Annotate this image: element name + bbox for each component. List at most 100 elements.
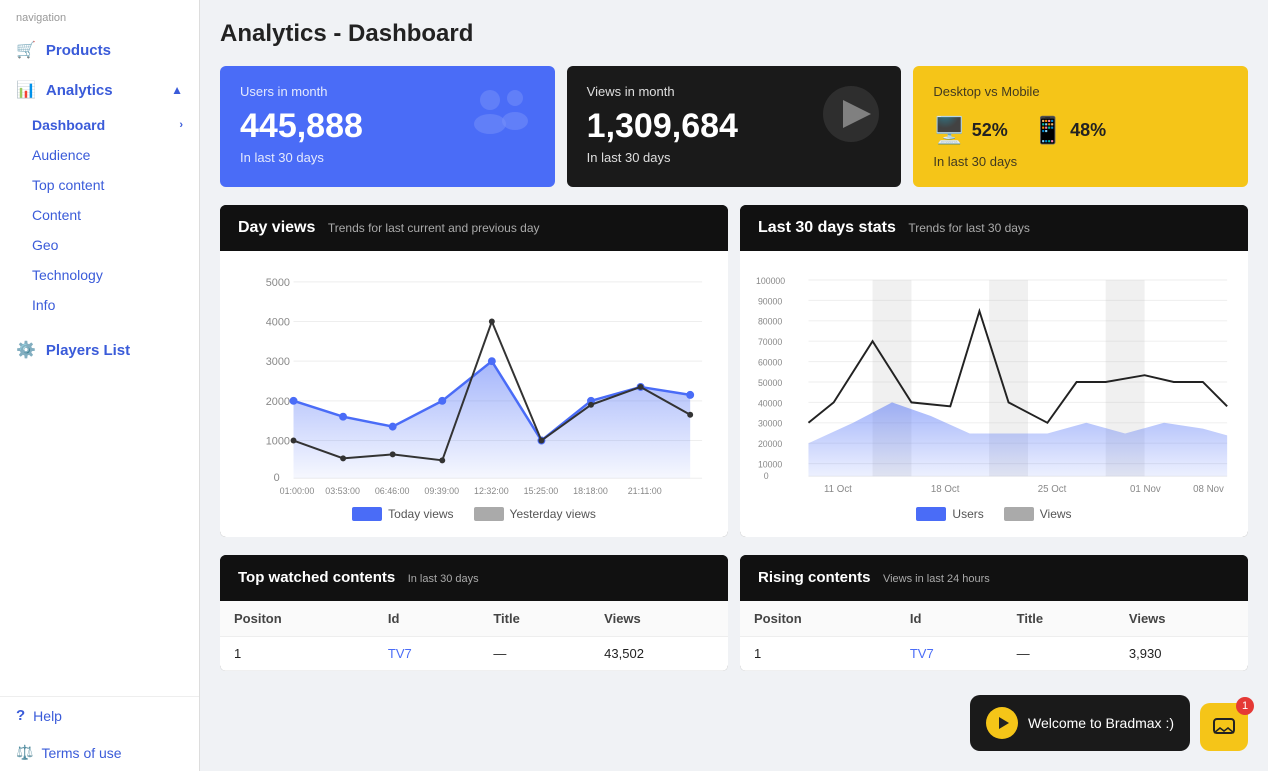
col-views: Views [590,601,728,637]
svg-text:50000: 50000 [758,378,782,388]
sidebar-item-products[interactable]: 🛒 Products [0,30,199,70]
col-position: Positon [220,601,374,637]
sidebar-analytics-label: Analytics [46,82,113,99]
legend-views: Views [1004,507,1072,521]
mobile-icon: 📱 [1032,115,1064,146]
sidebar-item-info[interactable]: Info [16,290,199,320]
last30-header: Last 30 days stats Trends for last 30 da… [740,205,1248,251]
terms-label: Terms of use [41,745,121,761]
today-legend-box [352,507,382,521]
svg-text:10000: 10000 [758,459,782,469]
dashboard-label: Dashboard [32,117,105,133]
stat-card-desktop-mobile: Desktop vs Mobile 🖥️ 52% 📱 48% In last 3… [913,66,1248,187]
svg-text:90000: 90000 [758,296,782,306]
desktop-icon: 🖥️ [933,115,965,146]
stat-card-views: Views in month 1,309,684 In last 30 days [567,66,902,187]
chat-toggle-button[interactable]: 1 [1200,703,1248,751]
svg-text:0: 0 [274,472,280,484]
sidebar-item-dashboard[interactable]: Dashboard › [16,110,199,140]
desktop-pct: 52% [972,120,1008,141]
rising-title: Rising contents [758,569,871,586]
top-content-label: Top content [32,177,104,193]
day-views-body: 5000 4000 3000 2000 1000 0 [220,251,728,537]
content-label: Content [32,207,81,223]
legend-yesterday: Yesterday views [474,507,596,521]
sidebar-item-technology[interactable]: Technology [16,260,199,290]
rrow-id[interactable]: TV7 [896,637,1003,671]
mobile-item: 📱 48% [1032,115,1106,146]
sidebar-item-terms[interactable]: ⚖️ Terms of use [0,734,199,771]
col-id: Id [374,601,479,637]
day-views-header: Day views Trends for last current and pr… [220,205,728,251]
top-watched-subtitle: In last 30 days [408,573,479,585]
nav-label: navigation [0,0,199,30]
players-icon: ⚙️ [16,340,36,360]
rcol-title: Title [1003,601,1115,637]
table-row: 1 TV7 — 43,502 [220,637,728,671]
sidebar: navigation 🛒 Products 📊 Analytics ▲ Dash… [0,0,200,771]
rising-table: Positon Id Title Views 1 TV7 — 3,930 [740,601,1248,671]
svg-text:60000: 60000 [758,357,782,367]
row-title: — [479,637,590,671]
svg-text:80000: 80000 [758,317,782,327]
sidebar-item-players-list[interactable]: ⚙️ Players List [0,330,199,370]
rising-subtitle: Views in last 24 hours [883,573,990,585]
sidebar-item-top-content[interactable]: Top content [16,170,199,200]
desktop-mobile-label: Desktop vs Mobile [933,84,1228,99]
terms-icon: ⚖️ [16,744,33,761]
top-watched-table: Positon Id Title Views 1 TV7 — 43,502 [220,601,728,671]
audience-label: Audience [32,147,90,163]
svg-text:06:46:00: 06:46:00 [375,486,410,496]
svg-text:3000: 3000 [266,356,290,368]
row-id[interactable]: TV7 [374,637,479,671]
sidebar-item-audience[interactable]: Audience [16,140,199,170]
technology-label: Technology [32,267,103,283]
legend-users: Users [916,507,983,521]
stat-card-users: Users in month 445,888 In last 30 days [220,66,555,187]
today-legend-label: Today views [388,507,453,521]
day-views-subtitle: Trends for last current and previous day [328,221,540,235]
cart-icon: 🛒 [16,40,36,60]
svg-text:18 Oct: 18 Oct [931,484,960,495]
chat-play-button[interactable] [986,707,1018,739]
help-label: Help [33,708,62,724]
svg-text:70000: 70000 [758,337,782,347]
rrow-title: — [1003,637,1115,671]
last30-subtitle: Trends for last 30 days [908,221,1030,235]
help-icon: ? [16,707,25,724]
chat-message: Welcome to Bradmax :) [1028,715,1174,731]
sidebar-item-content[interactable]: Content [16,200,199,230]
sidebar-item-help[interactable]: ? Help [0,697,199,734]
sidebar-item-analytics[interactable]: 📊 Analytics ▲ [0,70,199,110]
yesterday-legend-label: Yesterday views [510,507,596,521]
row-views: 43,502 [590,637,728,671]
svg-text:01 Nov: 01 Nov [1130,484,1161,495]
svg-text:12:32:00: 12:32:00 [474,486,509,496]
table-row-section: Top watched contents In last 30 days Pos… [220,555,1248,671]
info-label: Info [32,297,55,313]
page-title: Analytics - Dashboard [220,20,1248,48]
svg-text:5000: 5000 [266,277,290,289]
sidebar-footer: ? Help ⚖️ Terms of use [0,696,199,771]
row-position: 1 [220,637,374,671]
mobile-pct: 48% [1070,120,1106,141]
chevron-up-icon: ▲ [171,83,183,97]
chat-badge: 1 [1236,697,1254,715]
last30-chart: Last 30 days stats Trends for last 30 da… [740,205,1248,537]
analytics-submenu: Dashboard › Audience Top content Content… [0,110,199,320]
svg-text:1000: 1000 [266,435,290,447]
svg-text:01:00:00: 01:00:00 [280,486,315,496]
svg-text:03:53:00: 03:53:00 [325,486,360,496]
svg-text:4000: 4000 [266,316,290,328]
day-views-title: Day views [238,219,315,236]
top-watched-card: Top watched contents In last 30 days Pos… [220,555,728,671]
svg-text:2000: 2000 [266,396,290,408]
legend-today: Today views [352,507,453,521]
last30-body: 100000 90000 80000 70000 60000 50000 400… [740,251,1248,537]
last30-svg: 100000 90000 80000 70000 60000 50000 400… [756,267,1232,497]
svg-text:09:39:00: 09:39:00 [424,486,459,496]
sidebar-item-geo[interactable]: Geo [16,230,199,260]
rrow-position: 1 [740,637,896,671]
main-content: Analytics - Dashboard Users in month 445… [200,0,1268,771]
views-legend-label: Views [1040,507,1072,521]
